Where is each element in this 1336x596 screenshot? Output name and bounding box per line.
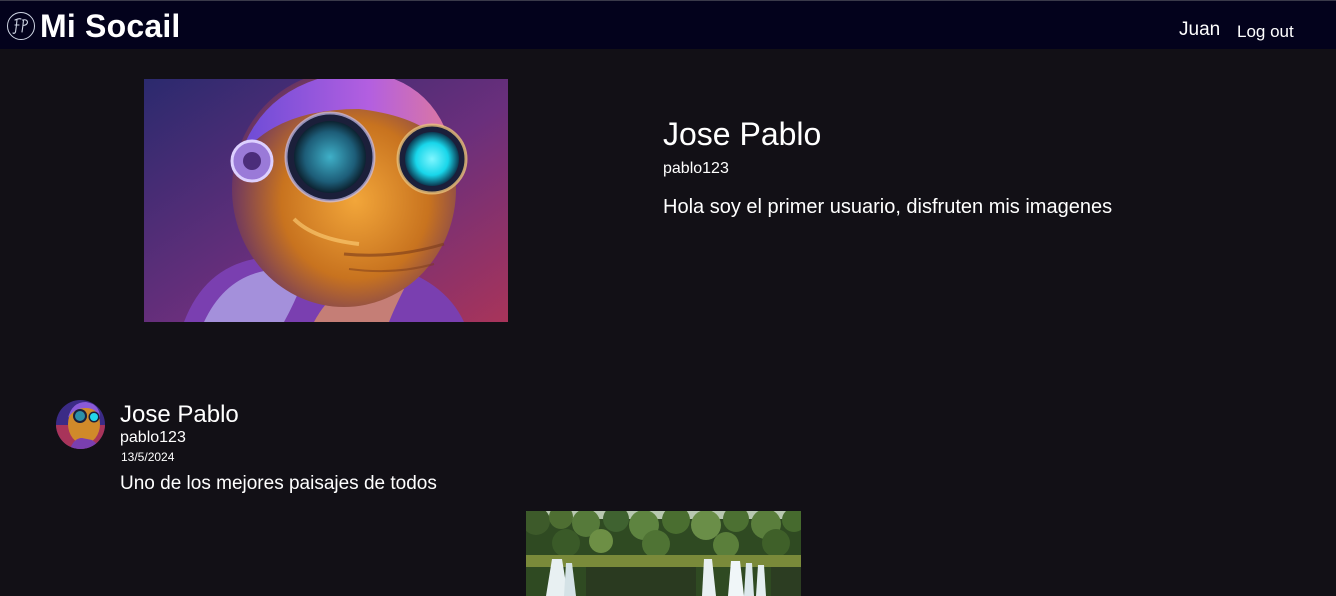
post-date: 13/5/2024 <box>121 450 175 464</box>
logout-link[interactable]: Log out <box>1237 22 1294 42</box>
robot-avatar-image <box>56 400 105 449</box>
waterfall-landscape-image <box>526 511 801 596</box>
post-author-username: pablo123 <box>120 429 186 446</box>
profile-bio: Hola soy el primer usuario, disfruten mi… <box>663 196 1113 218</box>
brand-link[interactable]: Mi Socail <box>6 6 181 46</box>
post-text: Uno de los mejores paisajes de todos <box>120 473 437 494</box>
top-navbar: Mi Socail Juan Log out <box>0 0 1336 49</box>
current-user-name[interactable]: Juan <box>1179 19 1220 41</box>
brand-name: Mi Socail <box>40 8 181 44</box>
post-author-avatar[interactable] <box>56 400 105 449</box>
robot-portrait-image <box>144 79 508 322</box>
profile-username: pablo123 <box>663 160 729 177</box>
post-image[interactable] <box>526 511 801 596</box>
profile-name: Jose Pablo <box>663 116 822 152</box>
post-author-name[interactable]: Jose Pablo <box>120 402 239 428</box>
fp-monogram-icon <box>7 12 35 40</box>
profile-picture <box>144 79 508 322</box>
